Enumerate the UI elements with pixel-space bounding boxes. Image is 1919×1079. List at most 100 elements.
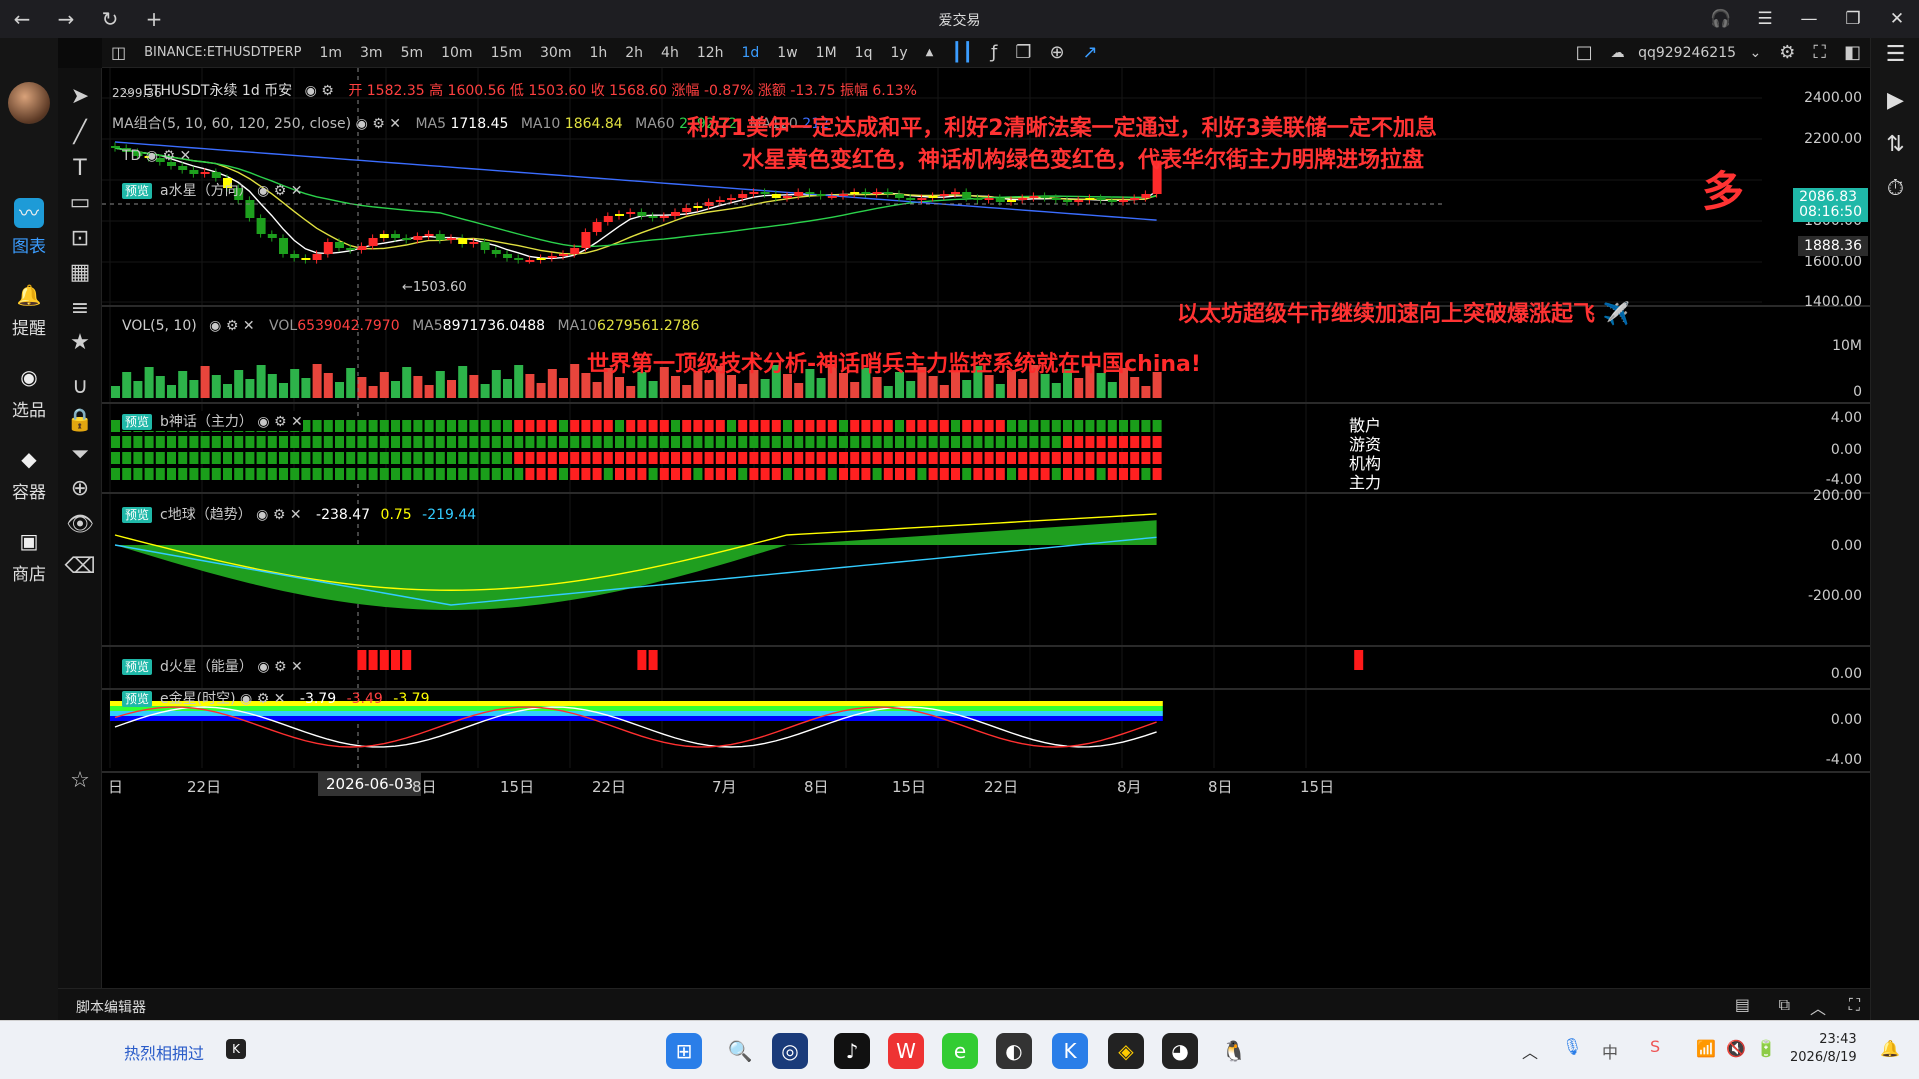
interval-1w[interactable]: 1w (768, 45, 806, 61)
nav-item-select[interactable]: ◉ 选品 (0, 362, 58, 421)
settings-icon[interactable]: ⚙ (274, 414, 287, 430)
template-icon[interactable]: ❐ (1006, 42, 1040, 63)
settings-icon[interactable]: ⚙ (372, 116, 385, 132)
close-icon[interactable]: ✕ (179, 148, 191, 164)
interval-30m[interactable]: 30m (531, 45, 580, 61)
interval-15m[interactable]: 15m (482, 45, 531, 61)
close-icon[interactable]: ✕ (243, 318, 255, 334)
nav-item-store[interactable]: ▣ 商店 (0, 526, 58, 585)
close-icon[interactable]: ✕ (291, 414, 303, 430)
fullscreen-icon[interactable]: ⛶ (1804, 42, 1835, 63)
interval-1d[interactable]: 1d (733, 45, 769, 61)
settings-icon[interactable]: ⚙ (257, 691, 270, 707)
nav-item-chart[interactable]: 〰图表 (0, 198, 58, 257)
filter-icon[interactable]: ⏷ (58, 442, 102, 467)
app-tray-icon[interactable]: S (1650, 1037, 1660, 1056)
volume-icon[interactable]: 🔇 (1726, 1039, 1746, 1058)
compare-icon[interactable]: ⇅ (1871, 132, 1919, 157)
interval-1M[interactable]: 1M (807, 45, 846, 61)
eye-icon[interactable]: ◉ (146, 148, 158, 164)
eye-icon[interactable]: 👁 (58, 512, 102, 537)
star-icon[interactable]: ★ (58, 330, 102, 355)
clock[interactable]: 23:43 2026/8/19 (1790, 1031, 1857, 1067)
pane-divider[interactable] (102, 645, 1870, 647)
k-app-icon[interactable]: K (1052, 1033, 1088, 1069)
close-icon[interactable]: ✕ (291, 183, 303, 199)
ime-icon[interactable]: 中 (1602, 1039, 1618, 1063)
lock-icon[interactable]: 🔒 (58, 408, 102, 433)
eye-icon[interactable]: ◉ (356, 116, 368, 132)
menu-icon[interactable]: ☰ (1743, 0, 1787, 38)
search-hint[interactable]: 热烈相拥过 (124, 1040, 204, 1064)
settings-icon[interactable]: ⚙ (274, 659, 287, 675)
sidebar-toggle-icon[interactable]: ◫ (102, 43, 135, 62)
interval-2h[interactable]: 2h (616, 45, 652, 61)
expand-icon[interactable]: ︿ (1810, 995, 1826, 1019)
indicator-icon[interactable]: ƒ (982, 42, 1006, 63)
target-icon[interactable]: ⊕ (58, 476, 102, 501)
eye-icon[interactable]: ◉ (257, 183, 269, 199)
battery-icon[interactable]: 🔋 (1756, 1039, 1776, 1058)
chart-canvas[interactable] (102, 68, 1870, 988)
eye-icon[interactable]: ◉ (256, 507, 268, 523)
interval-4h[interactable]: 4h (652, 45, 688, 61)
minimize-button[interactable]: — (1787, 0, 1831, 38)
eye-icon[interactable]: ◉ (257, 659, 269, 675)
new-tab-icon[interactable]: + (132, 0, 176, 38)
app-icon[interactable]: ◎ (772, 1033, 808, 1069)
settings-icon[interactable]: ⚙ (321, 83, 334, 99)
user-menu[interactable]: ☁ qq929246215 ⌄ (1602, 45, 1771, 61)
play-icon[interactable]: ▶ (1871, 88, 1919, 113)
settings-icon[interactable]: ⚙ (1770, 42, 1804, 63)
interval-3m[interactable]: 3m (351, 45, 392, 61)
mic-icon[interactable]: 🎙 (1562, 1037, 1582, 1056)
back-icon[interactable]: ← (0, 0, 44, 38)
close-icon[interactable]: ✕ (290, 507, 302, 523)
eye-icon[interactable]: ◉ (305, 83, 317, 99)
settings-icon[interactable]: ⚙ (226, 318, 239, 334)
chart-area[interactable]: ⌵ ETHUSDT永续 1d 币安 ◉ ⚙ 开 1582.35 高 1600.5… (102, 68, 1870, 988)
k-icon[interactable]: K (226, 1039, 246, 1059)
grid-icon[interactable]: ▦ (58, 260, 102, 285)
favorite-star-icon[interactable]: ☆ (58, 768, 102, 793)
more-intervals-icon[interactable]: ▲ (917, 47, 943, 58)
tray-chevron-icon[interactable]: ︿ (1522, 1039, 1538, 1063)
interval-1h[interactable]: 1h (580, 45, 616, 61)
windows-start-icon[interactable]: ⊞ (666, 1033, 702, 1069)
headset-icon[interactable]: 🎧 (1699, 0, 1743, 38)
interval-5m[interactable]: 5m (392, 45, 433, 61)
panel-icon[interactable]: ◧ (1835, 42, 1870, 63)
interval-10m[interactable]: 10m (432, 45, 481, 61)
settings-icon[interactable]: ⚙ (162, 148, 175, 164)
watchlist-icon[interactable]: ☰ (1871, 42, 1919, 67)
text-icon[interactable]: T (58, 156, 102, 181)
trading-app-icon[interactable]: ◈ (1108, 1033, 1144, 1069)
alert-add-icon[interactable]: ⊕ (1041, 42, 1074, 63)
eye-icon[interactable]: ◉ (240, 691, 252, 707)
rectangle-icon[interactable]: ▭ (58, 190, 102, 215)
script-editor-tab[interactable]: 脚本编辑器 (76, 997, 146, 1017)
interval-12h[interactable]: 12h (688, 45, 733, 61)
maximize-panel-icon[interactable]: ⛶ (1849, 995, 1860, 1015)
popout-icon[interactable]: ⧉ (1779, 995, 1790, 1015)
magnet-icon[interactable]: ∪ (58, 374, 102, 399)
eye-icon[interactable]: ◉ (209, 318, 221, 334)
measure-icon[interactable]: ⊡ (58, 226, 102, 251)
browser-icon[interactable]: e (942, 1033, 978, 1069)
reload-icon[interactable]: ↻ (88, 0, 132, 38)
layout-icon[interactable]: □ (1567, 42, 1602, 63)
nav-item-container[interactable]: ◆ 容器 (0, 444, 58, 503)
wifi-icon[interactable]: 📶 (1696, 1039, 1716, 1058)
interval-1y[interactable]: 1y (881, 45, 916, 61)
nav-item-alert[interactable]: 🔔 提醒 (0, 280, 58, 339)
panel-icon[interactable]: ▤ (1735, 995, 1750, 1014)
replay-icon[interactable]: ↗ (1074, 42, 1107, 63)
clock-icon[interactable]: ⏱ (1871, 176, 1919, 201)
close-icon[interactable]: ✕ (389, 116, 401, 132)
eraser-icon[interactable]: ⌫ (58, 554, 102, 579)
media-icon[interactable]: ◐ (996, 1033, 1032, 1069)
avatar[interactable] (8, 82, 50, 124)
interval-1q[interactable]: 1q (846, 45, 882, 61)
pane-divider[interactable] (102, 492, 1870, 494)
close-button[interactable]: ✕ (1875, 0, 1919, 38)
